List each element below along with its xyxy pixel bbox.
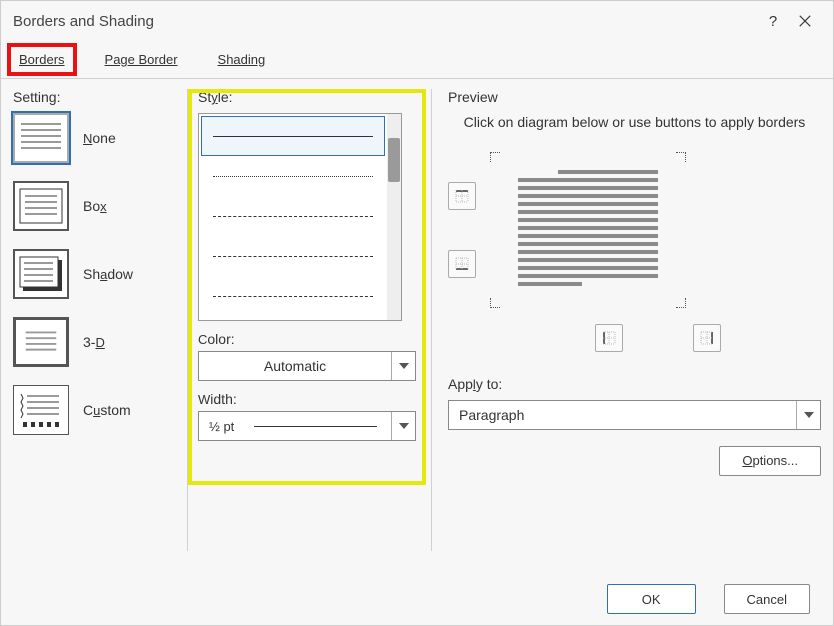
width-sample-line — [254, 426, 377, 427]
setting-3d[interactable]: 3-D — [13, 317, 179, 367]
preview-paragraph-icon — [518, 170, 658, 290]
setting-box-label: Box — [83, 198, 107, 214]
setting-box[interactable]: Box — [13, 181, 179, 231]
ok-button-label: OK — [642, 592, 661, 607]
setting-thumb-3d — [13, 317, 69, 367]
cancel-button[interactable]: Cancel — [724, 584, 810, 614]
tab-strip: Borders Page Border Shading — [1, 41, 833, 79]
tab-borders[interactable]: Borders — [13, 41, 71, 78]
setting-custom[interactable]: Custom — [13, 385, 179, 435]
border-top-button[interactable] — [448, 182, 476, 210]
setting-3d-label: 3-D — [83, 334, 105, 350]
style-column: Style: Color: Automatic Width: ½ pt — [187, 89, 423, 551]
color-combo[interactable]: Automatic — [198, 351, 416, 381]
width-value: ½ pt — [209, 419, 234, 434]
style-option-solid[interactable] — [201, 116, 385, 156]
style-scrollbar[interactable] — [387, 114, 401, 320]
preview-column: Preview Click on diagram below or use bu… — [431, 89, 821, 551]
setting-thumb-custom — [13, 385, 69, 435]
setting-shadow-label: Shadow — [83, 266, 133, 282]
crop-corner-br-icon — [676, 298, 686, 308]
setting-none[interactable]: None — [13, 113, 179, 163]
options-button[interactable]: Options... — [719, 446, 821, 476]
crop-corner-tl-icon — [490, 152, 500, 162]
width-label: Width: — [198, 391, 423, 407]
preview-instruction: Click on diagram below or use buttons to… — [448, 113, 821, 132]
dialog-title: Borders and Shading — [13, 13, 757, 30]
options-button-label: ptions... — [752, 453, 798, 468]
color-label: Color: — [198, 331, 423, 347]
border-left-button[interactable] — [595, 324, 623, 352]
chevron-down-icon — [391, 352, 415, 380]
tab-page-border-label: Page Border — [105, 52, 178, 67]
setting-custom-label: Custom — [83, 402, 131, 418]
setting-label: Setting: — [13, 89, 179, 105]
style-option-dashed-fine[interactable] — [201, 196, 385, 236]
preview-diagram[interactable] — [490, 152, 686, 308]
help-icon[interactable]: ? — [757, 5, 789, 37]
chevron-down-icon — [391, 412, 415, 440]
border-right-button[interactable] — [693, 324, 721, 352]
setting-thumb-none — [13, 113, 69, 163]
setting-none-label: None — [83, 130, 116, 146]
style-label: Style: — [198, 89, 423, 105]
preview-label: Preview — [448, 89, 821, 105]
crop-corner-bl-icon — [490, 298, 500, 308]
dialog-footer: OK Cancel — [607, 584, 810, 614]
style-option-dash-dot[interactable] — [201, 276, 385, 316]
setting-thumb-box — [13, 181, 69, 231]
tab-shading-label: Shading — [218, 52, 266, 67]
apply-to-value: Paragraph — [449, 407, 796, 423]
title-bar: Borders and Shading ? — [1, 1, 833, 41]
border-bottom-button[interactable] — [448, 250, 476, 278]
crop-corner-tr-icon — [676, 152, 686, 162]
setting-thumb-shadow — [13, 249, 69, 299]
style-listbox[interactable] — [198, 113, 402, 321]
tab-shading[interactable]: Shading — [212, 41, 272, 78]
apply-to-label: Apply to: — [448, 376, 821, 392]
tab-page-border[interactable]: Page Border — [99, 41, 184, 78]
style-option-dashed[interactable] — [201, 236, 385, 276]
ok-button[interactable]: OK — [607, 584, 696, 614]
close-icon[interactable] — [789, 5, 821, 37]
setting-column: Setting: None Box Shadow — [13, 89, 179, 551]
chevron-down-icon — [796, 401, 820, 429]
tab-borders-label: Borders — [19, 52, 65, 67]
apply-to-combo[interactable]: Paragraph — [448, 400, 821, 430]
style-option-dotted[interactable] — [201, 156, 385, 196]
width-combo[interactable]: ½ pt — [198, 411, 416, 441]
color-value: Automatic — [199, 358, 391, 374]
setting-shadow[interactable]: Shadow — [13, 249, 179, 299]
cancel-button-label: Cancel — [747, 592, 787, 607]
